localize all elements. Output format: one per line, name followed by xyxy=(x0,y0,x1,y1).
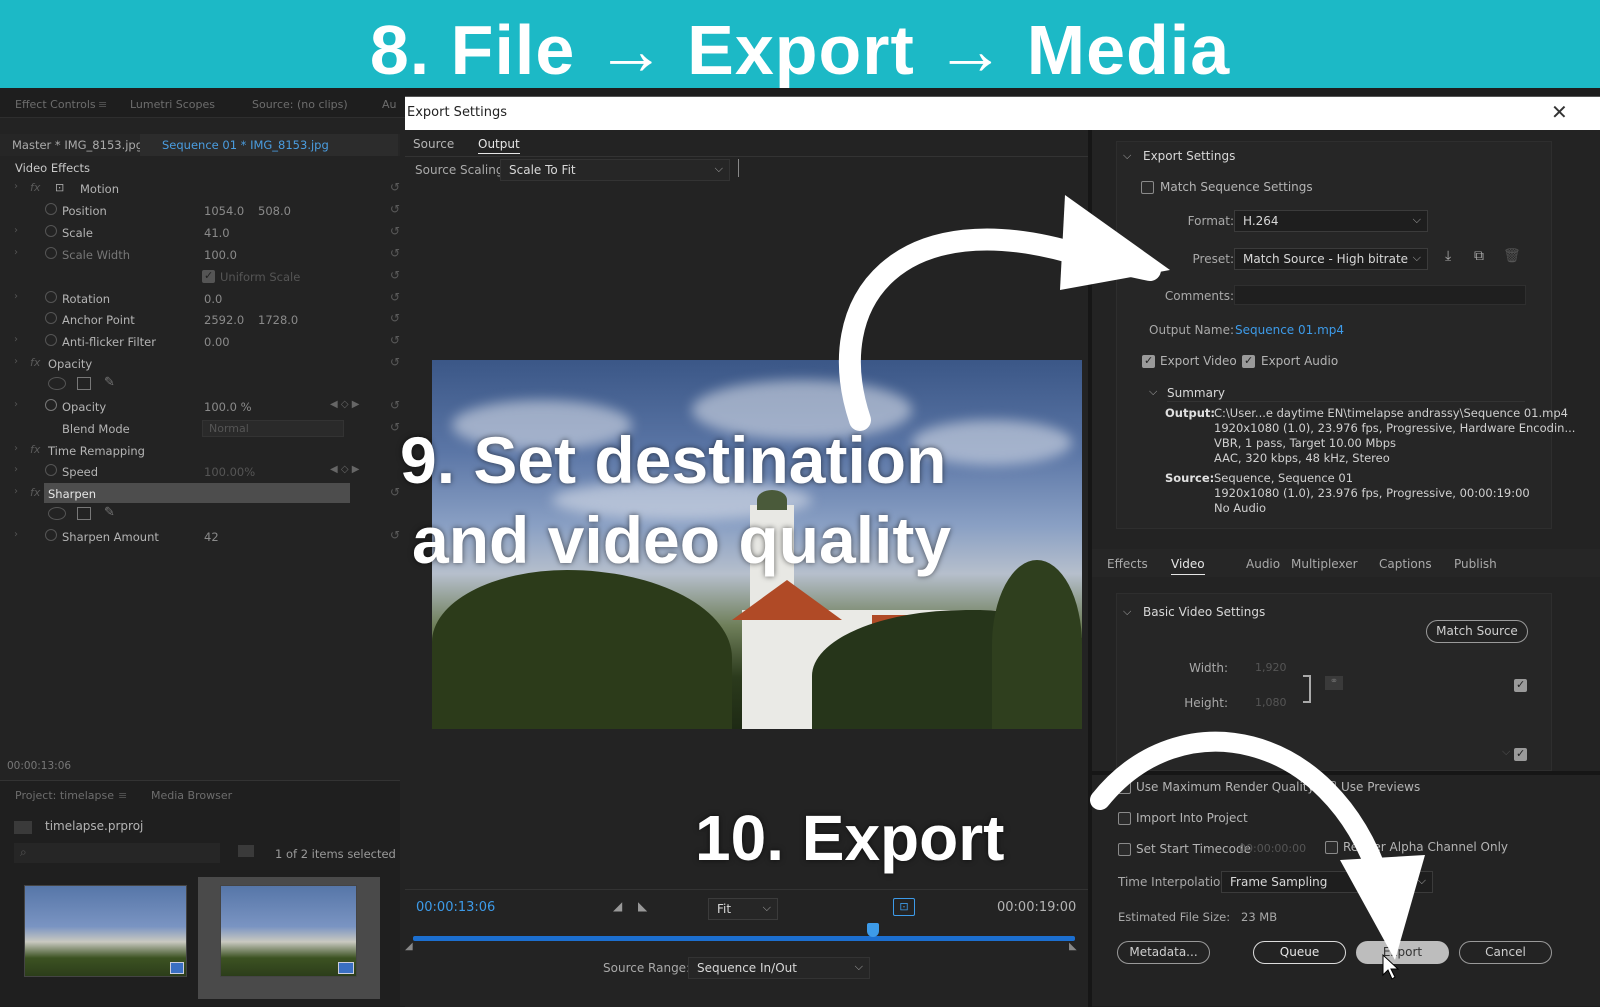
arrow-to-export-button xyxy=(1090,731,1390,890)
annotation-step-10: 10. Export xyxy=(695,802,1005,874)
arrow-head-export xyxy=(1340,855,1425,960)
annotation-step-9-line-2: and video quality xyxy=(412,503,952,577)
annotation-step-9-line-1: 9. Set destination xyxy=(400,423,947,497)
mouse-cursor-icon xyxy=(1382,953,1400,980)
